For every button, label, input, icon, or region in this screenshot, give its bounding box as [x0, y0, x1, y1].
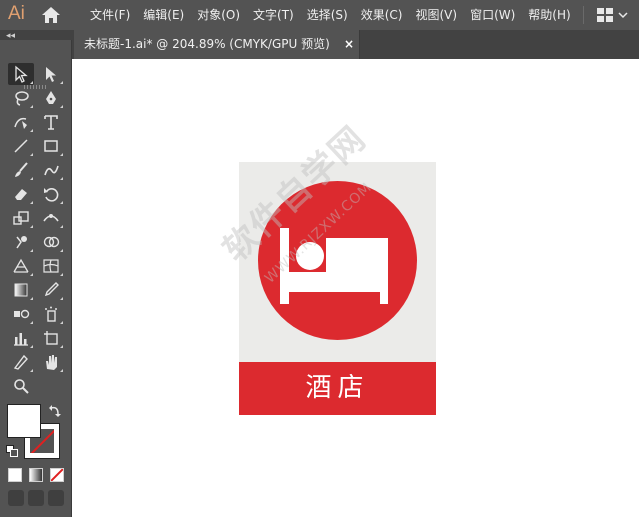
- paintbrush-icon: [15, 162, 28, 177]
- draw-behind-button[interactable]: [28, 490, 44, 506]
- menu-divider: [583, 6, 584, 24]
- width-icon: [43, 214, 59, 222]
- bed-icon[interactable]: [280, 228, 390, 304]
- chevron-down-icon[interactable]: [618, 10, 628, 20]
- eyedropper-tool[interactable]: [38, 279, 64, 301]
- shape-builder-tool[interactable]: [38, 231, 64, 253]
- symbol-sprayer-tool[interactable]: [38, 303, 64, 325]
- mesh-tool[interactable]: [38, 255, 64, 277]
- paintbrush-tool[interactable]: [8, 159, 34, 181]
- curvature-tool[interactable]: [8, 111, 34, 133]
- workspace-layout-icon[interactable]: [597, 8, 613, 22]
- menu-edit[interactable]: 编辑(E): [143, 0, 184, 30]
- pen-tool[interactable]: [38, 87, 64, 109]
- perspective-grid-icon: [13, 258, 29, 273]
- direct-selection-tool[interactable]: [38, 63, 64, 85]
- rotate-tool[interactable]: [38, 183, 64, 205]
- blend-icon: [14, 309, 30, 319]
- rectangle-tool[interactable]: [38, 135, 64, 157]
- rectangle-icon: [44, 140, 58, 152]
- shaper-icon: [44, 165, 59, 176]
- direct-selection-icon: [46, 67, 56, 82]
- menu-bar: Ai 文件(F) 编辑(E) 对象(O) 文字(T) 选择(S) 效果(C) 视…: [0, 0, 639, 30]
- width-tool[interactable]: [38, 207, 64, 229]
- none-mode-button[interactable]: [50, 468, 64, 482]
- scale-tool[interactable]: [8, 207, 34, 229]
- line-segment-icon: [14, 139, 28, 153]
- hand-icon: [46, 355, 57, 370]
- menu-type[interactable]: 文字(T): [253, 0, 294, 30]
- color-mode-button[interactable]: [8, 468, 22, 482]
- curvature-icon: [14, 117, 27, 129]
- swap-fill-stroke-icon[interactable]: [48, 404, 62, 418]
- draw-inside-button[interactable]: [48, 490, 64, 506]
- puppet-warp-tool[interactable]: [8, 231, 34, 253]
- default-fill-stroke-icon[interactable]: [6, 445, 18, 457]
- artboard-icon: [44, 331, 58, 345]
- zoom-tool[interactable]: [8, 375, 34, 397]
- shaper-tool[interactable]: [38, 159, 64, 181]
- pen-icon: [46, 91, 56, 104]
- draw-normal-button[interactable]: [8, 490, 24, 506]
- menu-effect[interactable]: 效果(C): [361, 0, 403, 30]
- app-logo: Ai: [8, 3, 25, 24]
- type-tool[interactable]: [38, 111, 64, 133]
- hand-tool[interactable]: [38, 351, 64, 373]
- slice-icon: [13, 354, 28, 370]
- close-icon[interactable]: ×: [344, 30, 354, 59]
- zoom-icon: [14, 379, 29, 394]
- gradient-tool[interactable]: [8, 279, 34, 301]
- column-graph-icon: [14, 333, 28, 346]
- blend-tool[interactable]: [8, 303, 34, 325]
- rotate-icon: [44, 188, 59, 202]
- lasso-tool[interactable]: [8, 87, 34, 109]
- mesh-icon: [43, 259, 59, 273]
- menu-items: 文件(F) 编辑(E) 对象(O) 文字(T) 选择(S) 效果(C) 视图(V…: [90, 0, 584, 30]
- puppet-warp-icon: [16, 236, 27, 249]
- scale-icon: [13, 211, 29, 225]
- menu-view[interactable]: 视图(V): [415, 0, 457, 30]
- gradient-icon: [14, 283, 28, 297]
- sign-label: 酒店: [305, 373, 370, 403]
- gradient-mode-button[interactable]: [29, 468, 43, 482]
- document-tab[interactable]: 未标题-1.ai* @ 204.89% (CMYK/GPU 预览) ×: [74, 30, 360, 59]
- eyedropper-icon: [44, 282, 59, 297]
- lasso-icon: [15, 91, 29, 106]
- eraser-icon: [15, 189, 27, 200]
- selection-tool[interactable]: [8, 63, 34, 85]
- menu-window[interactable]: 窗口(W): [470, 0, 515, 30]
- selection-icon: [15, 65, 28, 83]
- fill-color-swatch[interactable]: [7, 404, 41, 438]
- home-icon[interactable]: [41, 6, 61, 24]
- symbol-sprayer-icon: [45, 306, 57, 322]
- perspective-grid-tool[interactable]: [8, 255, 34, 277]
- artboard-tool[interactable]: [38, 327, 64, 349]
- column-graph-tool[interactable]: [8, 327, 34, 349]
- slice-tool[interactable]: [8, 351, 34, 373]
- shape-builder-icon: [43, 236, 60, 248]
- menu-file[interactable]: 文件(F): [90, 0, 130, 30]
- document-tab-title: 未标题-1.ai* @ 204.89% (CMYK/GPU 预览): [84, 37, 330, 51]
- eraser-tool[interactable]: [8, 183, 34, 205]
- menu-object[interactable]: 对象(O): [197, 0, 240, 30]
- menu-select[interactable]: 选择(S): [307, 0, 348, 30]
- menu-help[interactable]: 帮助(H): [528, 0, 570, 30]
- line-segment-tool[interactable]: [8, 135, 34, 157]
- type-icon: [44, 115, 58, 130]
